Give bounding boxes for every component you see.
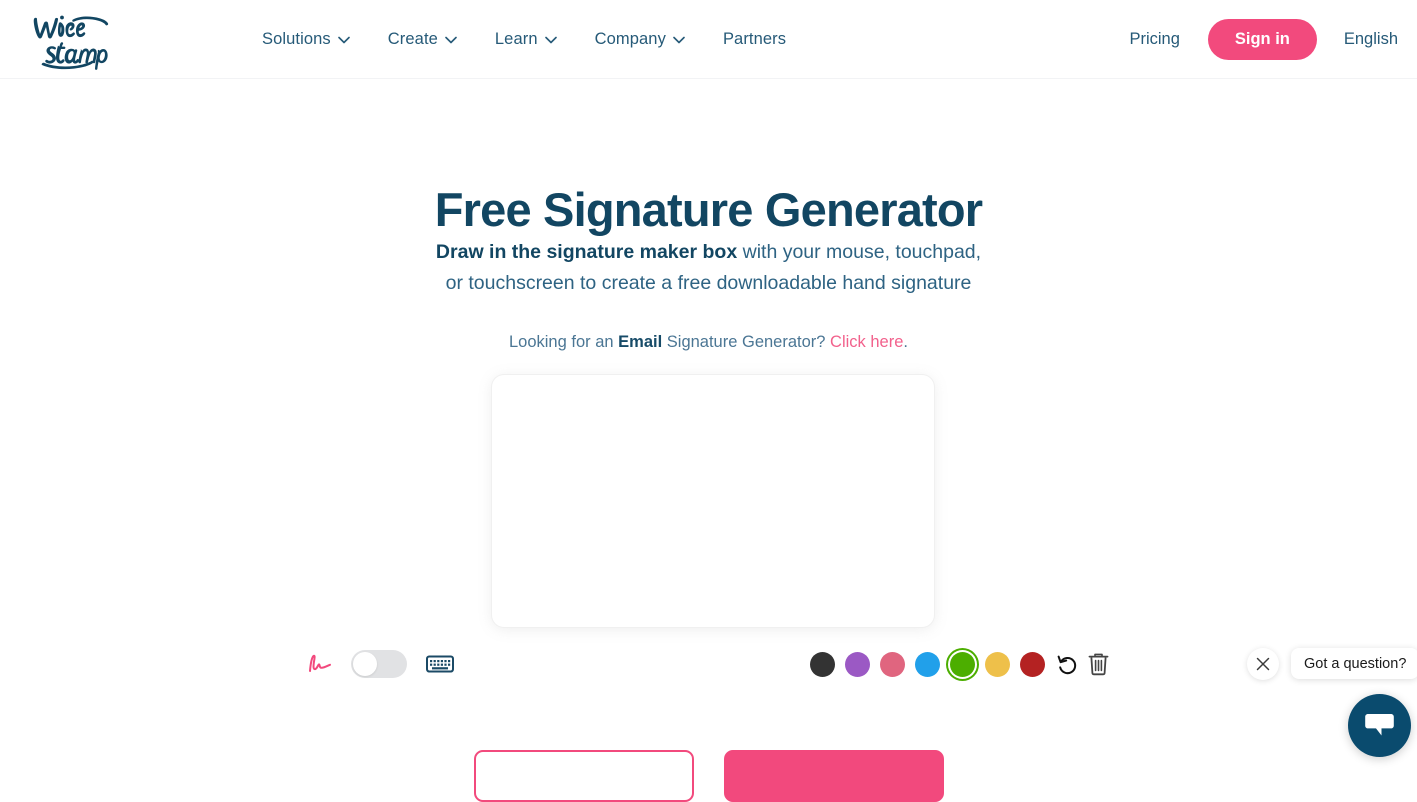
toolbar-right-controls — [810, 644, 1117, 684]
nav-item-label: Create — [387, 30, 438, 48]
secondary-action-button[interactable] — [473, 750, 694, 802]
color-swatch-purple[interactable] — [845, 651, 870, 677]
nav-item-solutions[interactable]: Solutions — [262, 30, 350, 49]
header-right-actions: Pricing Sign in English — [1129, 0, 1398, 79]
nav-item-label: Learn — [494, 30, 538, 48]
nav-item-label: Solutions — [262, 30, 331, 48]
color-swatch-pink[interactable] — [880, 651, 905, 677]
nav-item-learn[interactable]: Learn — [495, 30, 557, 49]
chevron-down-icon — [544, 36, 557, 43]
subtitle-bold-text: Draw in the signature maker box — [435, 241, 738, 263]
undo-button[interactable] — [1055, 651, 1080, 677]
trash-icon — [1088, 653, 1109, 676]
chevron-down-icon — [673, 36, 685, 43]
undo-icon — [1057, 655, 1077, 674]
signature-squiggle-icon — [309, 654, 331, 672]
toolbar-left-controls — [305, 644, 454, 684]
chevron-down-icon — [445, 36, 457, 43]
signature-drawing-canvas[interactable] — [492, 375, 934, 627]
email-hint-mid: Signature Generator? — [662, 333, 831, 351]
email-generator-hint: Looking for an Email Signature Generator… — [0, 333, 1417, 352]
chat-bubble-icon — [1365, 714, 1394, 736]
color-swatch-red[interactable] — [1020, 651, 1045, 677]
email-generator-link[interactable]: Click here — [830, 333, 903, 351]
language-selector[interactable]: English — [1344, 30, 1398, 49]
nav-item-pricing[interactable]: Pricing — [1129, 30, 1179, 49]
signature-toolbar — [0, 644, 1417, 684]
email-hint-pre: Looking for an — [508, 333, 619, 351]
close-icon — [1256, 657, 1270, 671]
color-swatch-yellow[interactable] — [985, 651, 1010, 677]
chat-prompt-text: Got a question? — [1304, 655, 1407, 672]
wisestamp-logo[interactable] — [28, 8, 128, 70]
subtitle-rest-text: with your mouse, touchpad, — [737, 241, 982, 263]
chat-launcher-button[interactable] — [1348, 694, 1411, 757]
email-hint-end: . — [903, 333, 908, 351]
action-buttons-row — [0, 750, 1417, 802]
chat-prompt-bubble[interactable]: Got a question? — [1291, 648, 1417, 679]
toggle-knob — [353, 652, 377, 676]
text-mode-toggle[interactable] — [351, 650, 407, 678]
primary-action-button[interactable] — [723, 750, 944, 802]
nav-item-partners[interactable]: Partners — [723, 30, 786, 49]
clear-button[interactable] — [1086, 651, 1111, 677]
page-title: Free Signature Generator — [434, 183, 983, 237]
site-header: Solutions Create Learn Company Partners … — [0, 0, 1417, 79]
color-swatch-black[interactable] — [810, 651, 835, 677]
page-subtitle: Draw in the signature maker box with you… — [0, 237, 1417, 299]
color-swatch-green[interactable] — [950, 651, 975, 677]
subtitle-line-two: or touchscreen to create a free download… — [445, 272, 972, 294]
keyboard-icon[interactable] — [426, 654, 454, 674]
nav-item-company[interactable]: Company — [595, 30, 685, 49]
nav-item-label: Partners — [722, 30, 787, 48]
chat-close-button[interactable] — [1247, 648, 1279, 680]
email-hint-bold: Email — [618, 333, 663, 351]
nav-item-label: Company — [594, 30, 666, 48]
sign-in-button[interactable]: Sign in — [1207, 19, 1317, 60]
chevron-down-icon — [337, 36, 350, 43]
nav-item-create[interactable]: Create — [388, 30, 457, 49]
main-navigation: Solutions Create Learn Company Partners — [262, 0, 786, 79]
color-swatch-blue[interactable] — [915, 651, 940, 677]
